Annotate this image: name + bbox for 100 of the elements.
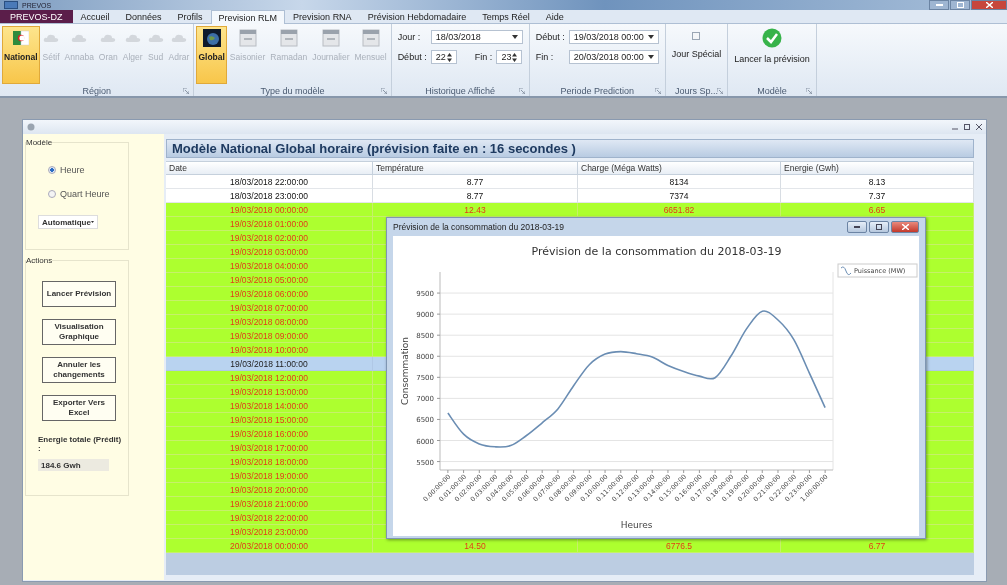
table-cell: 19/03/2018 09:00:00 [166, 329, 373, 343]
menu-tab[interactable]: Temps Réel [474, 10, 538, 23]
menu-tab[interactable]: Accueil [72, 10, 118, 23]
calendar-icon [279, 29, 298, 47]
table-cell: 19/03/2018 04:00:00 [166, 259, 373, 273]
ribbon-button[interactable]: Global [196, 26, 227, 84]
checkbox-label[interactable]: Jour Spécial [671, 49, 722, 59]
table-cell: 19/03/2018 00:00:00 [166, 203, 373, 217]
window-icon [27, 123, 35, 131]
table-cell: 19/03/2018 15:00:00 [166, 413, 373, 427]
dialog-launcher-icon[interactable] [805, 87, 812, 94]
column-header[interactable]: Date [166, 161, 373, 175]
menu-tab[interactable]: Prevision RNA [285, 10, 360, 23]
table-cell: 19/03/2018 16:00:00 [166, 427, 373, 441]
minimize-icon [935, 4, 943, 6]
action-button[interactable]: Visualisation Graphique [42, 319, 116, 345]
ribbon-button[interactable]: National [2, 26, 40, 84]
dialog-launcher-icon[interactable] [717, 87, 724, 94]
maximize-button[interactable] [950, 0, 970, 10]
group-title: Région [82, 85, 111, 96]
table-cell: 6651.82 [578, 203, 781, 217]
table-cell: 8.13 [781, 175, 974, 189]
maximize-icon [876, 224, 882, 230]
column-header[interactable]: Charge (Méga Watts) [578, 161, 781, 175]
dialog-launcher-icon[interactable] [380, 87, 387, 94]
menu-tab[interactable]: Données [117, 10, 170, 23]
maximize-button[interactable] [869, 221, 889, 233]
radio-button[interactable]: Heure [48, 165, 122, 175]
menu-tab[interactable]: Aide [537, 10, 572, 23]
group-title: Periode Prediction [560, 85, 634, 96]
flag-icon [12, 29, 29, 47]
close-button[interactable] [971, 0, 1007, 10]
table-title: Modèle National Global horaire (prévision faite en : 16 secondes ) [166, 139, 974, 158]
spinner-arrows-icon [512, 52, 518, 62]
mode-dropdown[interactable]: Automatique [38, 215, 98, 229]
restore-icon[interactable] [964, 124, 970, 130]
table-cell: 19/03/2018 07:00:00 [166, 301, 373, 315]
close-button[interactable] [891, 221, 919, 233]
menu-tab[interactable]: Prévision Hebdomadaire [359, 10, 475, 23]
calendar-icon [361, 29, 380, 47]
dropdown-arrow-icon [647, 55, 654, 59]
minimize-button[interactable] [847, 221, 867, 233]
input-field[interactable]: 19/03/2018 00:00 [568, 30, 659, 44]
table-cell: 19/03/2018 05:00:00 [166, 273, 373, 287]
action-button[interactable]: Exporter Vers Excel [42, 395, 116, 421]
action-button[interactable]: Annuler les changements [42, 357, 116, 383]
field-label: Jour : [397, 32, 422, 42]
field-label: Début : [397, 52, 427, 62]
calendar-icon [238, 29, 257, 47]
table-cell: 18/03/2018 23:00:00 [166, 189, 373, 203]
close-icon [985, 2, 993, 8]
dialog-launcher-icon[interactable] [183, 87, 190, 94]
chart-title: Prévision de la consommation du 2018-03-19 [531, 245, 782, 258]
input-field[interactable]: 18/03/2018 [430, 30, 523, 44]
table-cell: 8134 [578, 175, 781, 189]
dialog-launcher-icon[interactable] [518, 87, 525, 94]
table-cell: 19/03/2018 06:00:00 [166, 287, 373, 301]
radio-button[interactable]: Quart Heure [48, 189, 122, 199]
table-cell: 19/03/2018 17:00:00 [166, 441, 373, 455]
globe-icon [202, 29, 221, 47]
close-icon[interactable] [976, 124, 982, 130]
column-header[interactable]: Température [373, 161, 578, 175]
table-cell: 19/03/2018 20:00:00 [166, 483, 373, 497]
table-cell: 19/03/2018 18:00:00 [166, 455, 373, 469]
field-label: Début : [535, 32, 565, 42]
menu-tab[interactable]: Profils [169, 10, 211, 23]
column-header[interactable]: Energie (Gwh) [781, 161, 974, 175]
app-menu-tab[interactable]: PREVOS-DZ [0, 10, 73, 23]
minimize-button[interactable] [929, 0, 949, 10]
group-title: Modèle [26, 138, 53, 147]
input-field[interactable]: 23 [496, 50, 523, 64]
action-button[interactable]: Lancer Prévision [42, 281, 116, 307]
table-cell: 8.77 [373, 175, 578, 189]
restore-icon [956, 2, 964, 8]
total-energy-label: Energie totale (Prédit) : [38, 435, 122, 453]
input-field[interactable]: 20/03/2018 00:00 [568, 50, 659, 64]
table-cell: 18/03/2018 22:00:00 [166, 175, 373, 189]
dropdown-arrow-icon [647, 35, 654, 39]
axis-title: Heures [620, 520, 653, 530]
menu-tab[interactable]: Prevision RLM [210, 10, 286, 24]
calendar-icon [321, 29, 340, 47]
table-cell: 20/03/2018 00:00:00 [166, 539, 373, 553]
checkbox[interactable] [692, 32, 701, 40]
dropdown-arrow-icon [90, 220, 94, 224]
run-forecast-button[interactable]: Lancer la prévision [730, 26, 814, 64]
table-cell: 7.37 [781, 189, 974, 203]
table-cell: 19/03/2018 14:00:00 [166, 399, 373, 413]
total-energy-value: 184.6 Gwh [38, 459, 109, 471]
table-cell: 12.43 [373, 203, 578, 217]
checkmark-icon [762, 28, 782, 48]
table-cell: 19/03/2018 10:00:00 [166, 343, 373, 357]
minimize-icon [854, 226, 860, 228]
dialog-launcher-icon[interactable] [654, 87, 661, 94]
table-cell: 19/03/2018 19:00:00 [166, 469, 373, 483]
table-cell: 19/03/2018 01:00:00 [166, 217, 373, 231]
input-field[interactable]: 22 [430, 50, 457, 64]
axis-title: Consommation [400, 337, 410, 405]
legend-line-icon [840, 266, 852, 276]
table-cell: 19/03/2018 03:00:00 [166, 245, 373, 259]
save-icon[interactable] [4, 1, 18, 9]
